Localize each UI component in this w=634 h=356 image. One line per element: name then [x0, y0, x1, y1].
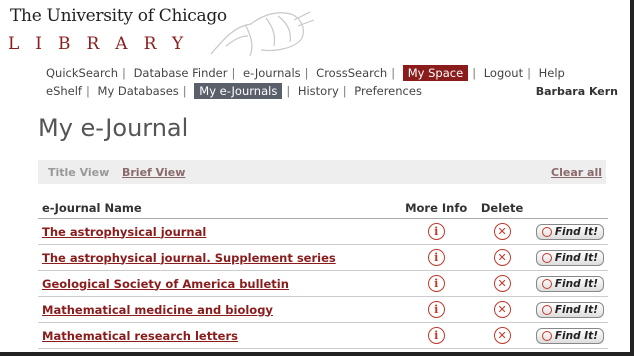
- subnav-history[interactable]: History: [298, 84, 339, 98]
- subnav-my-e-journals[interactable]: My e-Journals: [194, 83, 283, 99]
- page-title: My e-Journal: [38, 114, 189, 142]
- journal-name-cell: Geological Society of America bulletin: [38, 270, 400, 297]
- nav-crosssearch[interactable]: CrossSearch: [316, 66, 387, 80]
- nav-quicksearch[interactable]: QuickSearch: [46, 66, 118, 80]
- info-icon[interactable]: i: [427, 223, 445, 240]
- find-it-icon: [541, 330, 552, 341]
- nav-database-finder[interactable]: Database Finder: [134, 66, 228, 80]
- journal-link[interactable]: The astrophysical journal: [42, 225, 206, 239]
- find-it-icon: [541, 278, 552, 289]
- table-header-row: e-Journal Name More Info Delete: [38, 198, 608, 219]
- column-header-more-info: More Info: [400, 198, 473, 219]
- nav-logout[interactable]: Logout: [484, 66, 523, 80]
- find-it-label: Find It!: [554, 329, 598, 342]
- table-row: Geological Society of America bulletin i…: [38, 270, 608, 297]
- find-it-icon: [541, 252, 552, 263]
- delete-icon[interactable]: ✕: [493, 301, 511, 318]
- brief-view-tab[interactable]: Brief View: [122, 166, 185, 179]
- info-icon[interactable]: i: [427, 249, 445, 266]
- column-header-find: [531, 198, 608, 219]
- clear-all-link[interactable]: Clear all: [551, 166, 602, 179]
- table-row: Mathematical medicine and biology i ✕ Fi…: [38, 296, 608, 323]
- subnav-eshelf[interactable]: eShelf: [46, 84, 82, 98]
- find-it-button[interactable]: Find It!: [535, 249, 604, 266]
- ejournal-table: e-Journal Name More Info Delete The astr…: [38, 198, 608, 349]
- find-it-button[interactable]: Find It!: [535, 301, 604, 318]
- university-name: The University of Chicago: [10, 6, 227, 26]
- find-it-label: Find It!: [554, 225, 598, 238]
- subnav-my-databases[interactable]: My Databases: [98, 84, 179, 98]
- info-icon[interactable]: i: [427, 327, 445, 344]
- find-it-label: Find It!: [554, 303, 598, 316]
- find-it-label: Find It!: [554, 251, 598, 264]
- column-header-name: e-Journal Name: [38, 198, 400, 219]
- journal-name-cell: The astrophysical journal. Supplement se…: [38, 244, 400, 271]
- journal-link[interactable]: Geological Society of America bulletin: [42, 277, 289, 291]
- journal-name-cell: Mathematical medicine and biology: [38, 296, 400, 323]
- view-bar: Title View Brief View Clear all: [38, 160, 606, 184]
- griffin-crest-icon: [210, 11, 315, 57]
- delete-icon[interactable]: ✕: [493, 249, 511, 266]
- library-header: The University of Chicago LIBRARY: [0, 0, 630, 60]
- find-it-icon: [541, 304, 552, 315]
- delete-icon[interactable]: ✕: [493, 327, 511, 344]
- find-it-button[interactable]: Find It!: [535, 275, 604, 292]
- library-wordmark: LIBRARY: [8, 34, 200, 54]
- journal-link[interactable]: The astrophysical journal. Supplement se…: [42, 251, 336, 265]
- nav-my-space[interactable]: My Space: [402, 65, 469, 81]
- journal-name-cell: Mathematical research letters: [38, 322, 400, 349]
- info-icon[interactable]: i: [427, 275, 445, 292]
- table-row: The astrophysical journal i ✕ Find It!: [38, 218, 608, 245]
- find-it-label: Find It!: [554, 277, 598, 290]
- title-view-tab[interactable]: Title View: [48, 166, 109, 179]
- user-name: Barbara Kern: [535, 85, 618, 98]
- primary-nav: QuickSearch | Database Finder | e-Journals…: [46, 65, 565, 81]
- info-icon[interactable]: i: [427, 301, 445, 318]
- delete-icon[interactable]: ✕: [493, 223, 511, 240]
- find-it-icon: [541, 226, 552, 237]
- table-row: The astrophysical journal. Supplement se…: [38, 244, 608, 271]
- find-it-button[interactable]: Find It!: [535, 223, 604, 240]
- nav-e-journals[interactable]: e-Journals: [243, 66, 301, 80]
- subnav-preferences[interactable]: Preferences: [354, 84, 422, 98]
- table-row: Mathematical research letters i ✕ Find I…: [38, 322, 608, 349]
- journal-link[interactable]: Mathematical research letters: [42, 329, 238, 343]
- delete-icon[interactable]: ✕: [493, 275, 511, 292]
- journal-name-cell: The astrophysical journal: [38, 218, 400, 245]
- journal-link[interactable]: Mathematical medicine and biology: [42, 303, 273, 317]
- column-header-delete: Delete: [472, 198, 532, 219]
- find-it-button[interactable]: Find It!: [535, 327, 604, 344]
- secondary-nav: eShelf | My Databases | My e-Journals | His…: [46, 83, 422, 99]
- nav-help[interactable]: Help: [539, 66, 565, 80]
